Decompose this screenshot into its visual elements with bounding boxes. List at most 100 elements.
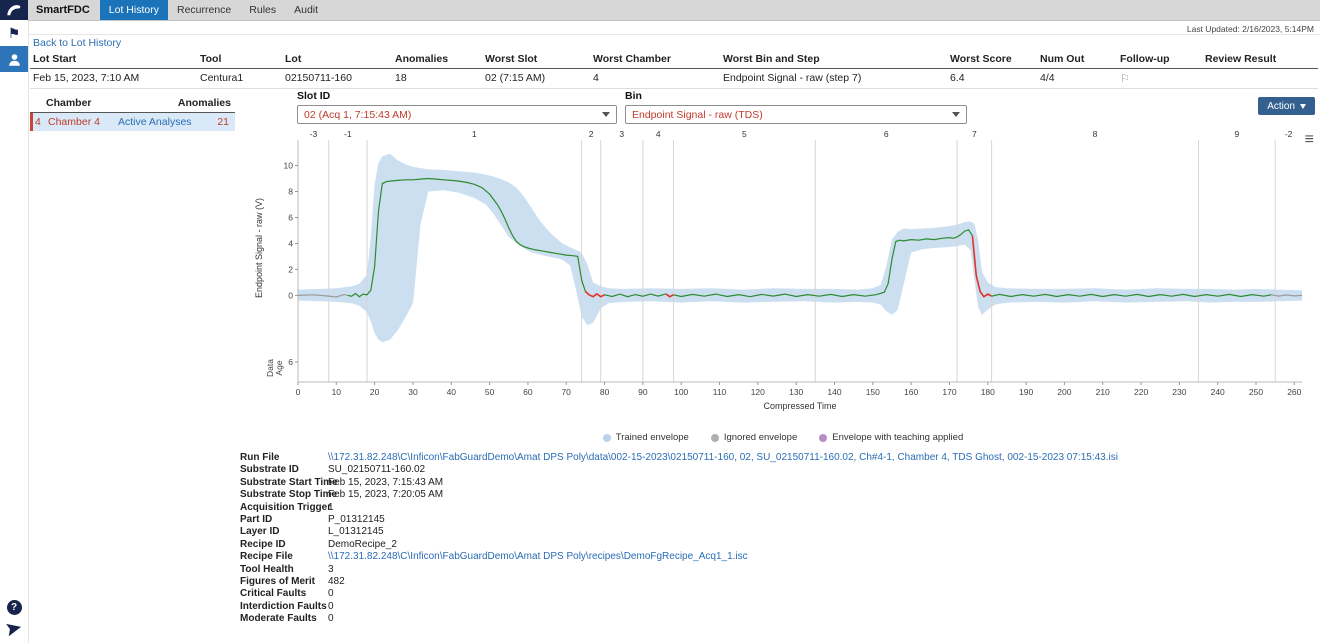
legend-dot xyxy=(819,434,827,442)
detail-row-tool-health: Tool Health3 xyxy=(240,564,1118,576)
legend-trained-envelope: Trained envelope xyxy=(603,432,689,443)
legend-ignored-envelope: Ignored envelope xyxy=(711,432,797,443)
svg-text:230: 230 xyxy=(1172,387,1186,397)
svg-text:200: 200 xyxy=(1057,387,1071,397)
svg-text:10: 10 xyxy=(284,161,294,171)
detail-label: Moderate Faults xyxy=(240,613,328,625)
chevron-down-icon xyxy=(1300,104,1306,109)
tab-rules[interactable]: Rules xyxy=(240,0,285,20)
svg-text:6: 6 xyxy=(288,357,293,367)
slot-id-label: Slot ID xyxy=(297,90,617,102)
svg-text:210: 210 xyxy=(1096,387,1110,397)
svg-text:80: 80 xyxy=(600,387,610,397)
lot-col-worst-bin-and-step: Worst Bin and Step xyxy=(720,50,947,68)
detail-label: Substrate Stop Time xyxy=(240,489,328,501)
detail-row-layer-id: Layer IDL_01312145 xyxy=(240,526,1118,538)
lot-cell-tool: Centura1 xyxy=(197,69,282,88)
svg-text:130: 130 xyxy=(789,387,803,397)
lot-cell-worst-score: 6.4 xyxy=(947,69,1037,88)
svg-text:4: 4 xyxy=(656,129,661,139)
svg-text:8: 8 xyxy=(288,187,293,197)
svg-text:140: 140 xyxy=(827,387,841,397)
detail-value: DemoRecipe_2 xyxy=(328,539,397,551)
lot-cell-worst-bin-and-step: Endpoint Signal - raw (step 7) xyxy=(720,69,947,88)
chamber-row[interactable]: 4 Chamber 4 Active Analyses 21 xyxy=(30,113,235,131)
help-icon[interactable]: ? xyxy=(7,600,22,615)
detail-row-figures-of-merit: Figures of Merit482 xyxy=(240,576,1118,588)
send-icon[interactable] xyxy=(5,620,24,639)
svg-text:60: 60 xyxy=(523,387,533,397)
svg-text:1: 1 xyxy=(472,129,477,139)
lot-cell-follow-up: ⚐ xyxy=(1117,69,1202,88)
detail-label: Recipe File xyxy=(240,551,328,563)
detail-row-substrate-start-time: Substrate Start TimeFeb 15, 2023, 7:15:4… xyxy=(240,477,1118,489)
slot-id-control: Slot ID 02 (Acq 1, 7:15:43 AM) xyxy=(297,90,617,124)
lot-cell-num-out: 4/4 xyxy=(1037,69,1117,88)
fabguard-flag-icon[interactable]: ⚑ xyxy=(0,20,28,46)
lot-col-review-result: Review Result xyxy=(1202,50,1318,68)
detail-value: 0 xyxy=(328,588,334,600)
header-divider xyxy=(28,34,1320,35)
svg-text:90: 90 xyxy=(638,387,648,397)
svg-text:70: 70 xyxy=(561,387,571,397)
svg-text:10: 10 xyxy=(332,387,342,397)
detail-row-recipe-id: Recipe IDDemoRecipe_2 xyxy=(240,539,1118,551)
detail-label: Run File xyxy=(240,452,328,464)
svg-text:0: 0 xyxy=(288,290,293,300)
detail-label: Recipe ID xyxy=(240,539,328,551)
tab-audit[interactable]: Audit xyxy=(285,0,327,20)
svg-text:160: 160 xyxy=(904,387,918,397)
detail-value: 3 xyxy=(328,564,334,576)
svg-text:-3: -3 xyxy=(310,129,318,139)
chamber-table: Chamber Anomalies 4 Chamber 4 Active Ana… xyxy=(30,95,235,131)
tab-lot-history[interactable]: Lot History xyxy=(100,0,168,20)
svg-text:7: 7 xyxy=(972,129,977,139)
chart-menu-icon[interactable]: ≡ xyxy=(1305,134,1314,146)
chamber-col-header: Chamber xyxy=(30,95,173,112)
svg-text:5: 5 xyxy=(742,129,747,139)
detail-row-recipe-file: Recipe File\\172.31.82.248\C\Inficon\Fab… xyxy=(240,551,1118,563)
legend-dot xyxy=(711,434,719,442)
detail-label: Part ID xyxy=(240,514,328,526)
detail-value: 1 xyxy=(328,502,334,514)
detail-row-part-id: Part IDP_01312145 xyxy=(240,514,1118,526)
chart-legend: Trained envelopeIgnored envelopeEnvelope… xyxy=(252,432,1314,443)
svg-text:50: 50 xyxy=(485,387,495,397)
follow-up-flag-icon[interactable]: ⚐ xyxy=(1120,73,1130,85)
svg-text:240: 240 xyxy=(1211,387,1225,397)
svg-text:120: 120 xyxy=(751,387,765,397)
svg-text:100: 100 xyxy=(674,387,688,397)
tab-recurrence[interactable]: Recurrence xyxy=(168,0,240,20)
detail-value: L_01312145 xyxy=(328,526,384,538)
action-button-label: Action xyxy=(1267,101,1295,112)
bin-control: Bin Endpoint Signal - raw (TDS) xyxy=(625,90,967,124)
lot-cell-worst-chamber: 4 xyxy=(590,69,720,88)
user-icon[interactable] xyxy=(0,46,28,72)
svg-text:8: 8 xyxy=(1093,129,1098,139)
lot-cell-anomalies: 18 xyxy=(392,69,482,88)
svg-text:190: 190 xyxy=(1019,387,1033,397)
action-button[interactable]: Action xyxy=(1258,97,1315,115)
svg-text:6: 6 xyxy=(884,129,889,139)
bin-label: Bin xyxy=(625,90,967,102)
svg-text:150: 150 xyxy=(866,387,880,397)
active-analyses-link[interactable]: Active Analyses xyxy=(118,116,216,128)
svg-text:2: 2 xyxy=(589,129,594,139)
bin-select[interactable]: Endpoint Signal - raw (TDS) xyxy=(625,105,967,124)
slot-id-select[interactable]: 02 (Acq 1, 7:15:43 AM) xyxy=(297,105,617,124)
svg-text:180: 180 xyxy=(981,387,995,397)
svg-text:110: 110 xyxy=(713,387,727,397)
lot-cell-review-result xyxy=(1202,69,1318,88)
svg-text:40: 40 xyxy=(447,387,457,397)
lot-table-row[interactable]: Feb 15, 2023, 7:10 AMCentura102150711-16… xyxy=(30,69,1318,89)
detail-label: Critical Faults xyxy=(240,588,328,600)
last-updated-text: Last Updated: 2/16/2023, 5:14PM xyxy=(1187,24,1314,34)
tab-bar: Lot HistoryRecurrenceRulesAudit xyxy=(100,0,327,20)
detail-value[interactable]: \\172.31.82.248\C\Inficon\FabGuardDemo\A… xyxy=(328,551,748,563)
back-to-lot-history-link[interactable]: Back to Lot History xyxy=(33,37,121,49)
detail-row-substrate-stop-time: Substrate Stop TimeFeb 15, 2023, 7:20:05… xyxy=(240,489,1118,501)
signal-chart: -3-1123456789-20246810010203040506070809… xyxy=(252,128,1314,428)
smartfdc-page: ⚑ ? SmartFDC Lot HistoryRecurrenceRulesA… xyxy=(0,0,1320,643)
detail-value[interactable]: \\172.31.82.248\C\Inficon\FabGuardDemo\A… xyxy=(328,452,1118,464)
bin-value: Endpoint Signal - raw (TDS) xyxy=(632,109,763,121)
